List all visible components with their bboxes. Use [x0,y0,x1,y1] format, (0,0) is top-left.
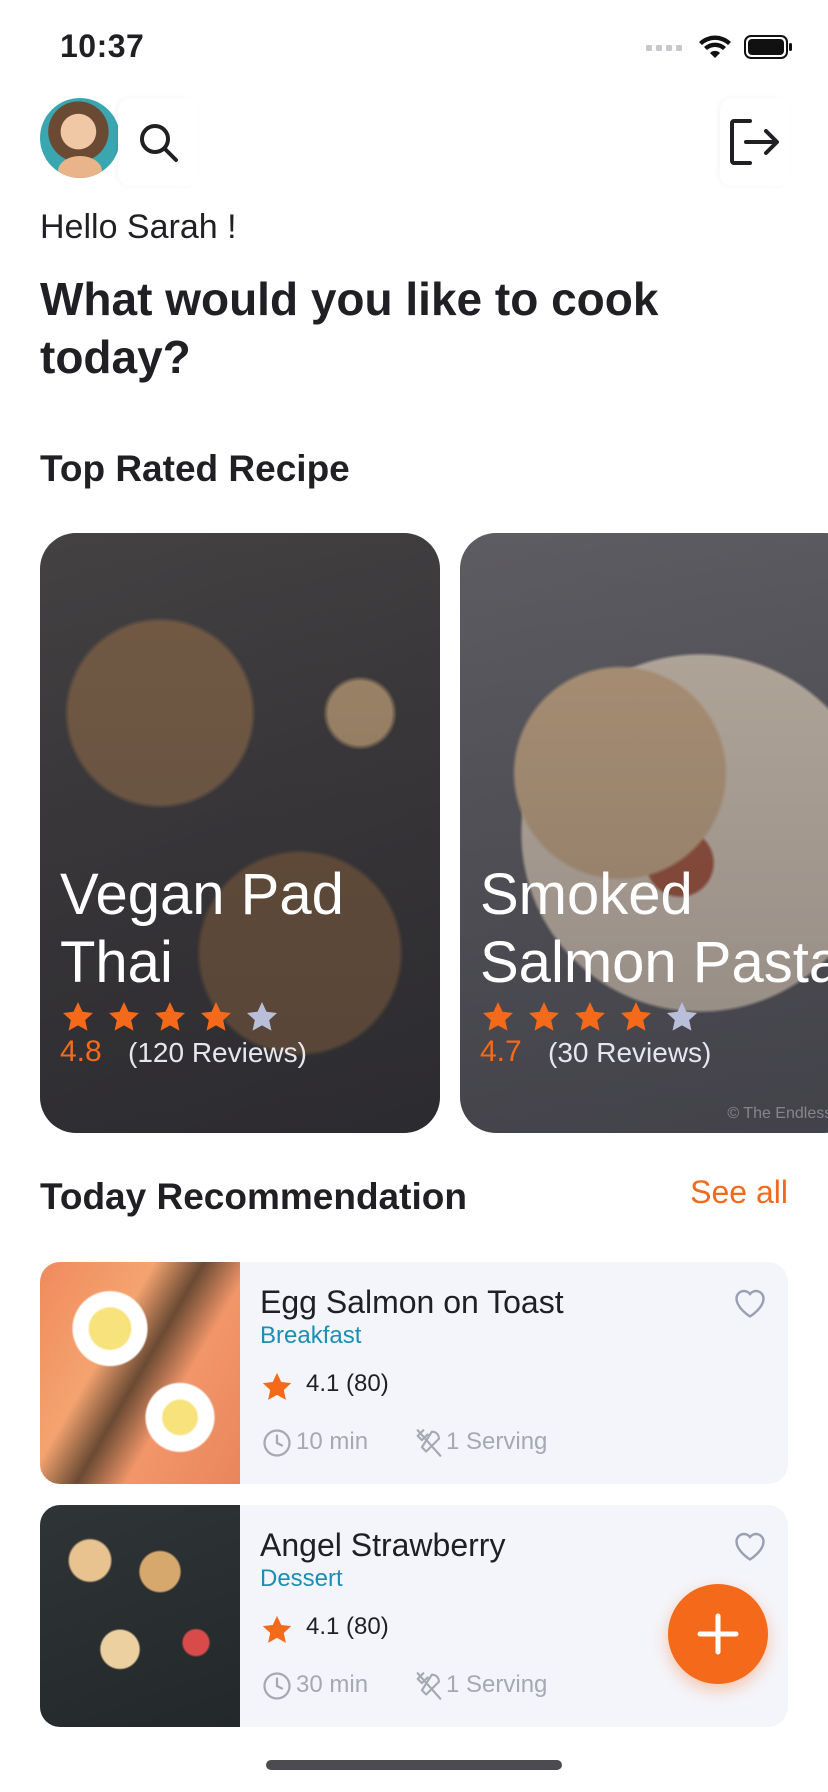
star-icon [247,1002,277,1031]
top-rated-title: Top Rated Recipe [40,448,350,489]
rating-stars [60,999,280,1035]
card-rating: 4.7 [480,1035,522,1068]
recipe-name: Egg Salmon on Toast [260,1284,564,1320]
recipe-card[interactable]: Vegan Pad Thai 4.8 (120 Reviews) [40,533,440,1133]
search-button[interactable] [118,98,198,186]
recipe-time: 10 min [296,1428,369,1455]
clock-icon [263,1672,291,1700]
recipe-card[interactable]: Smoked Salmon Pasta 4.7 (30 Reviews) © T… [460,533,828,1133]
star-icon [529,1002,559,1031]
star-icon [621,1002,651,1031]
plus-icon [697,1613,739,1655]
star-icon [483,1002,513,1031]
home-indicator[interactable] [266,1760,562,1770]
recommendation-item[interactable]: Egg Salmon on Toast Breakfast 4.1 (80) 1… [40,1262,788,1484]
headline: What would you like to cook today? [40,273,659,383]
search-icon [140,124,178,162]
clock-icon [263,1429,291,1457]
greeting: Hello Sarah ! [40,208,237,246]
card-reviews: (30 Reviews) [548,1037,712,1068]
status-icons [646,34,794,60]
signal-icon [646,45,682,51]
star-icon [155,1002,185,1031]
logout-button[interactable] [720,98,790,186]
image-copyright: © The Endless M [727,1105,828,1122]
recipe-card-title: Smoked Salmon Pasta [480,862,828,995]
logout-icon [730,119,779,165]
star-icon [109,1002,139,1031]
recipe-category: Breakfast [260,1322,362,1349]
star-icon [63,1002,93,1031]
star-icon [262,1372,292,1400]
battery-icon [744,35,792,59]
star-icon [262,1615,292,1643]
heart-icon[interactable] [732,1529,768,1563]
recipe-rating: 4.1 (80) [306,1613,389,1640]
rating-stars [480,999,700,1035]
star-icon [667,1002,697,1031]
card-reviews: (120 Reviews) [128,1037,307,1068]
utensils-icon [416,1672,442,1700]
card-rating: 4.8 [60,1035,102,1068]
recipe-category: Dessert [260,1565,343,1592]
recipe-serving: 1 Serving [446,1671,548,1698]
recipe-rating: 4.1 (80) [306,1370,389,1397]
see-all-link[interactable]: See all [690,1174,788,1211]
recipe-card-title: Vegan Pad Thai [60,862,344,995]
recipe-image [40,1262,240,1484]
recipe-time: 30 min [296,1671,369,1698]
wifi-icon [699,35,731,58]
star-icon [201,1002,231,1031]
recipe-image [40,1505,240,1727]
heart-icon[interactable] [732,1286,768,1320]
recipe-name: Angel Strawberry [260,1527,506,1563]
star-icon [575,1002,605,1031]
add-recipe-button[interactable] [668,1584,768,1684]
status-time: 10:37 [60,28,145,64]
recipe-serving: 1 Serving [446,1428,548,1455]
today-title: Today Recommendation [40,1176,467,1217]
avatar[interactable] [40,98,120,178]
utensils-icon [416,1429,442,1457]
